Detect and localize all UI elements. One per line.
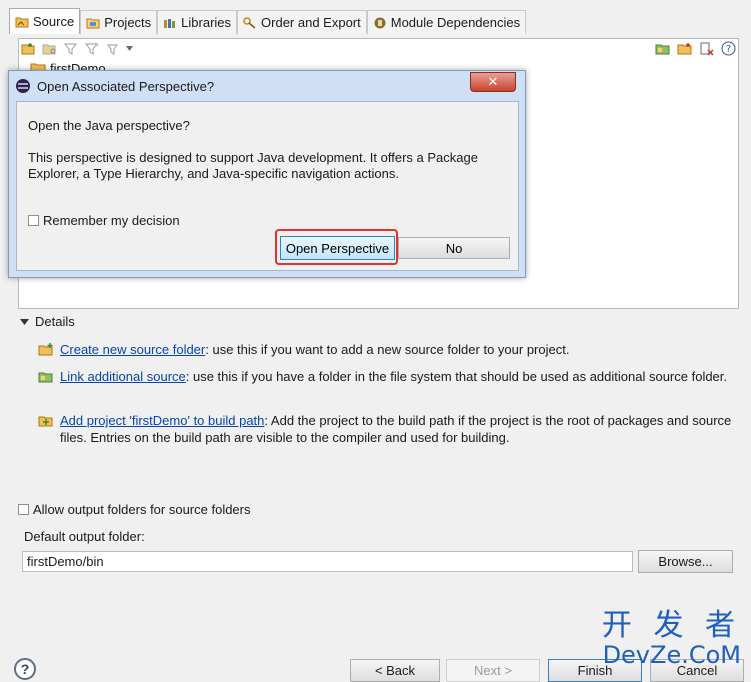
watermark-line2: DevZe.CoM xyxy=(602,641,741,669)
help-icon[interactable]: ? xyxy=(720,40,737,57)
dialog-description: This perspective is designed to support … xyxy=(28,150,478,181)
filter-icon[interactable] xyxy=(62,40,79,57)
details-toggle[interactable]: Details xyxy=(20,314,75,329)
tab-source[interactable]: Source xyxy=(9,8,81,34)
dialog-title: Open Associated Perspective? xyxy=(37,78,215,94)
tab-libraries-label: Libraries xyxy=(181,15,232,30)
detail-text: : use this if you want to add a new sour… xyxy=(205,342,570,357)
remember-checkbox-box[interactable] xyxy=(28,215,39,226)
module-icon xyxy=(374,17,386,28)
tab-module-dependencies-label: Module Dependencies xyxy=(390,15,521,30)
tab-source-label: Source xyxy=(33,14,75,29)
details-header: Details xyxy=(35,314,75,329)
close-button[interactable]: ✕ xyxy=(470,72,516,92)
projects-icon xyxy=(86,18,100,28)
help-button[interactable]: ? xyxy=(14,658,36,680)
add-linked-folder-icon[interactable] xyxy=(654,40,671,57)
back-button[interactable]: < Back xyxy=(350,659,440,682)
eclipse-icon xyxy=(16,79,30,93)
configure-icon[interactable] xyxy=(104,40,121,57)
linked-folder-icon xyxy=(38,372,53,383)
dialog-body: Open the Java perspective? This perspect… xyxy=(16,101,519,271)
tab-order-export-label: Order and Export xyxy=(261,15,361,30)
next-button[interactable]: Next > xyxy=(446,659,540,682)
source-toolbar xyxy=(20,40,133,57)
link-additional-source-link[interactable]: Link additional source xyxy=(60,369,186,384)
order-export-icon xyxy=(243,16,256,29)
default-output-label: Default output folder: xyxy=(24,529,145,544)
tab-libraries[interactable]: Libraries xyxy=(157,10,238,34)
new-source-folder-icon[interactable] xyxy=(20,40,37,57)
detail-text: : use this if you have a folder in the f… xyxy=(185,369,728,384)
tab-order-export[interactable]: Order and Export xyxy=(237,10,367,34)
allow-output-checkbox-box[interactable] xyxy=(18,504,29,515)
svg-text:?: ? xyxy=(726,44,731,55)
filter-exclusion-icon[interactable] xyxy=(83,40,100,57)
open-perspective-button[interactable]: Open Perspective xyxy=(280,236,395,260)
remove-icon[interactable] xyxy=(698,40,715,57)
tab-module-dependencies[interactable]: Module Dependencies xyxy=(366,10,527,34)
browse-button[interactable]: Browse... xyxy=(638,550,733,573)
tab-projects[interactable]: Projects xyxy=(80,10,158,34)
default-output-field[interactable]: firstDemo/bin xyxy=(22,551,633,572)
tab-strip: Source Projects Libraries Order and Expo… xyxy=(0,8,527,34)
new-source-folder-icon xyxy=(38,343,53,356)
add-to-build-path-link[interactable]: Add project 'firstDemo' to build path xyxy=(60,413,264,428)
detail-item-link: Link additional source: use this if you … xyxy=(38,368,738,385)
remember-label: Remember my decision xyxy=(43,213,180,228)
source-toolbar-right: ? xyxy=(654,40,737,57)
add-folder-icon[interactable] xyxy=(676,40,693,57)
no-button[interactable]: No xyxy=(398,237,510,259)
dialog-title-bar: Open Associated Perspective? xyxy=(9,71,525,101)
create-source-folder-link[interactable]: Create new source folder xyxy=(60,342,205,357)
chevron-down-icon[interactable] xyxy=(125,40,133,57)
watermark: 开 发 者 DevZe.CoM xyxy=(601,608,741,669)
close-icon: ✕ xyxy=(487,74,499,89)
detail-item-build-path: Add project 'firstDemo' to build path: A… xyxy=(38,412,738,446)
tab-projects-label: Projects xyxy=(104,15,152,30)
libraries-icon xyxy=(164,18,176,28)
allow-output-label: Allow output folders for source folders xyxy=(33,502,251,517)
link-source-icon[interactable] xyxy=(41,40,58,57)
dialog-question: Open the Java perspective? xyxy=(28,118,190,133)
remember-decision-checkbox[interactable]: Remember my decision xyxy=(28,213,180,228)
allow-output-folders-checkbox[interactable]: Allow output folders for source folders xyxy=(18,502,251,517)
build-path-icon xyxy=(38,416,53,427)
open-perspective-dialog: Open Associated Perspective? ✕ Open the … xyxy=(8,70,526,278)
detail-item-create: Create new source folder: use this if yo… xyxy=(38,341,738,358)
watermark-line1: 开 发 者 xyxy=(601,608,741,643)
expand-arrow-icon xyxy=(20,318,29,325)
source-folder-icon xyxy=(15,17,29,27)
help-icon: ? xyxy=(20,661,30,677)
